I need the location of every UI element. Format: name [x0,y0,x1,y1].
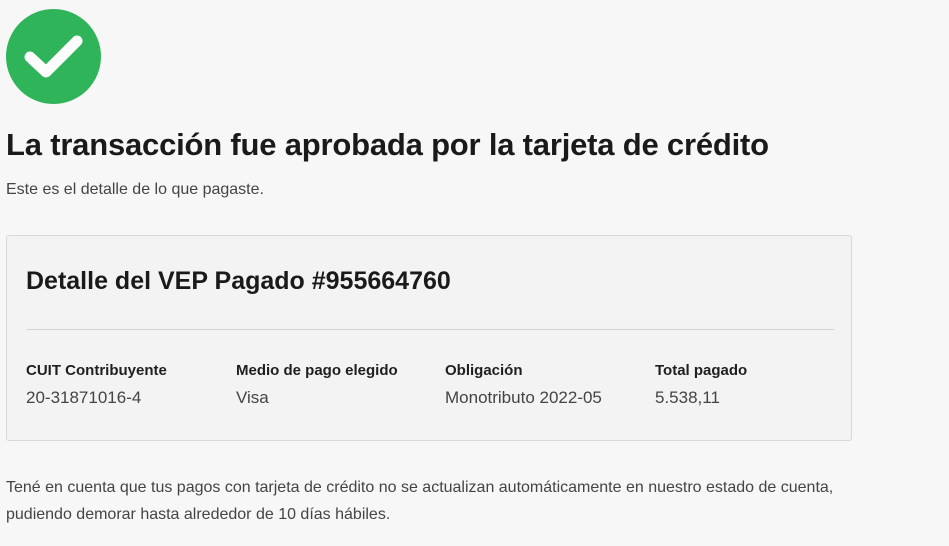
check-circle-icon [6,9,101,104]
payment-confirmation-page: La transacción fue aprobada por la tarje… [0,0,949,546]
field-label-cuit: CUIT Contribuyente [26,362,167,379]
field-label-payment-method: Medio de pago elegido [236,362,398,379]
field-cuit: CUIT Contribuyente 20-31871016-4 [26,362,167,408]
field-value-cuit: 20-31871016-4 [26,388,142,407]
field-label-obligation: Obligación [445,362,523,379]
info-note: Tené en cuenta que tus pagos con tarjeta… [6,479,834,523]
vep-detail-card: Detalle del VEP Pagado #955664760 CUIT C… [6,235,852,441]
page-title: La transacción fue aprobada por la tarje… [6,127,769,162]
field-payment-method: Medio de pago elegido Visa [236,362,398,408]
field-value-total-paid: 5.538,11 [655,388,720,407]
field-label-total-paid: Total pagado [655,362,748,379]
field-obligation: Obligación Monotributo 2022-05 [445,362,602,408]
page-subtitle: Este es el detalle de lo que pagaste. [6,181,264,198]
card-title: Detalle del VEP Pagado #955664760 [26,267,451,295]
field-value-payment-method: Visa [236,388,269,407]
card-divider [26,329,834,330]
field-value-obligation: Monotributo 2022-05 [445,388,602,407]
field-total-paid: Total pagado 5.538,11 [655,362,747,408]
